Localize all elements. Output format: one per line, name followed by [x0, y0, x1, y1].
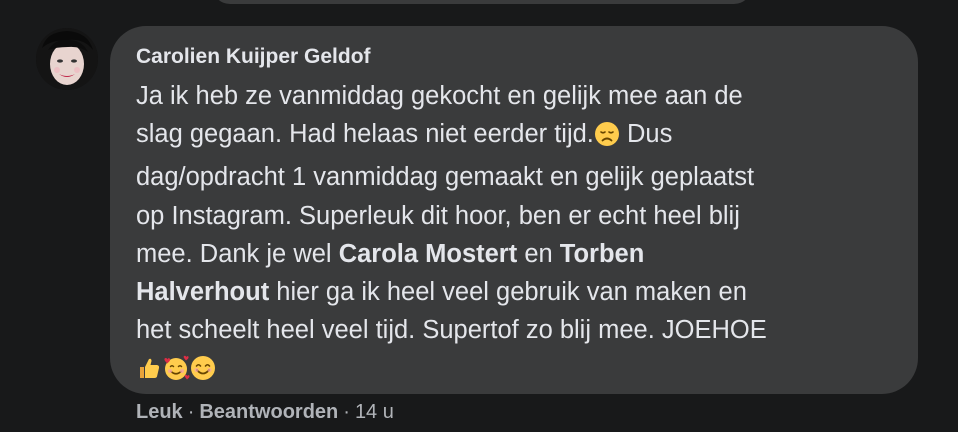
mention-link[interactable]: Carola Mostert — [339, 240, 518, 268]
comment-line-text: slag gegaan. Had helaas niet eerder tijd… — [136, 120, 594, 149]
disappointed-face-emoji — [594, 120, 620, 158]
separator: · — [187, 401, 195, 423]
avatar-image — [36, 28, 98, 90]
comment-author[interactable]: Carolien Kuijper Geldof — [136, 44, 892, 70]
comment-line: Halverhout hier ga ik heel veel gebruik … — [136, 273, 892, 311]
smiling-face-with-hearts-emoji — [162, 354, 190, 392]
avatar[interactable] — [36, 28, 98, 90]
comment-line: mee. Dank je wel Carola Mostert en Torbe… — [136, 235, 892, 273]
comment-line-text: hier ga ik heel veel gebruik van maken e… — [276, 278, 747, 307]
comment-line: dag/opdracht 1 vanmiddag gemaakt en geli… — [136, 163, 755, 192]
comment-actions: Leuk · Beantwoorden · 14 u — [136, 398, 394, 426]
timestamp[interactable]: 14 u — [355, 401, 394, 423]
comment-line: op Instagram. Superleuk dit hoor, ben er… — [136, 201, 740, 230]
mention-link[interactable]: Torben — [560, 240, 645, 268]
thumbs-up-emoji — [136, 354, 162, 392]
mention-link[interactable]: Halverhout — [136, 278, 269, 306]
reply-button[interactable]: Beantwoorden — [199, 401, 338, 423]
comment-bubble: Carolien Kuijper Geldof Ja ik heb ze van… — [110, 26, 918, 394]
previous-comment-edge — [0, 0, 958, 6]
smiling-face-emoji — [190, 354, 216, 392]
separator: · — [343, 401, 350, 423]
comment-line-text: Dus — [627, 120, 673, 149]
previous-comment-bubble-edge — [212, 0, 752, 4]
comment-line: Ja ik heb ze vanmiddag gekocht en gelijk… — [136, 82, 743, 110]
comment-line: het scheelt heel veel tijd. Supertof zo … — [136, 316, 767, 345]
comment-line-text: mee. Dank je wel — [136, 239, 332, 268]
comment-line-text: en — [524, 239, 553, 268]
emoji-line — [136, 349, 892, 392]
like-button[interactable]: Leuk — [136, 401, 183, 423]
comment-text: Ja ik heb ze vanmiddag gekocht en gelijk… — [136, 77, 892, 393]
comment-line: slag gegaan. Had helaas niet eerder tijd… — [136, 115, 892, 158]
